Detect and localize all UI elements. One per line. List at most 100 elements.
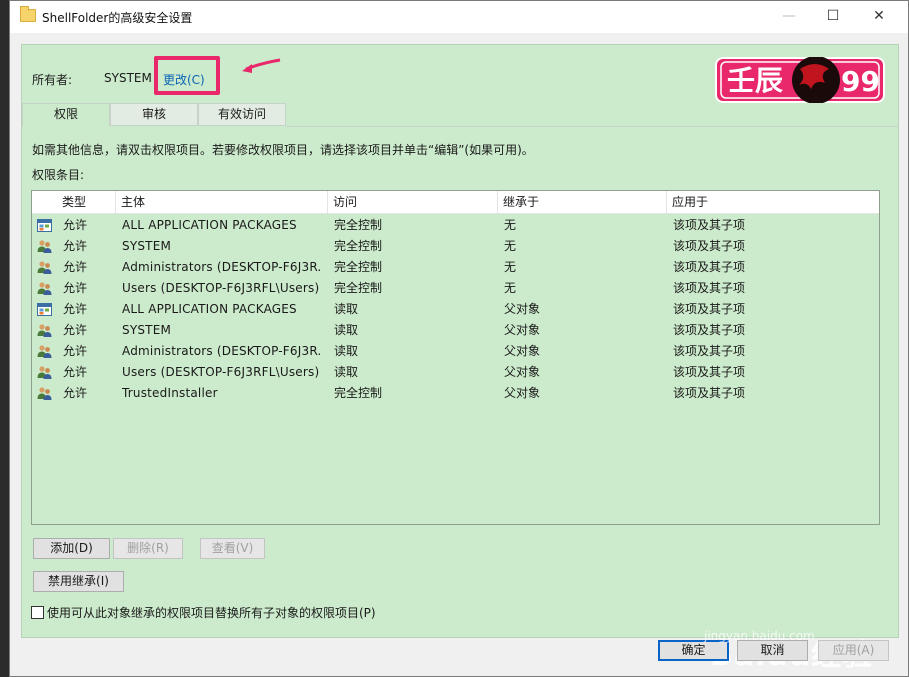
users-icon: [37, 239, 52, 254]
apply-button[interactable]: 应用(A): [818, 640, 889, 661]
row-principal: Users (DESKTOP-F6J3RFL\Users): [122, 281, 320, 295]
row-access: 完全控制: [334, 218, 383, 232]
row-inherited-from: 父对象: [504, 302, 541, 316]
row-applies-to: 该项及其子项: [673, 323, 746, 337]
replace-child-permissions-checkbox[interactable]: [31, 606, 44, 619]
table-row[interactable]: 允许 ALL APPLICATION PACKAGES 读取 父对象 该项及其子项: [32, 299, 879, 320]
info-text: 如需其他信息，请双击权限项目。若要修改权限项目，请选择该项目并单击“编辑”(如果…: [32, 143, 534, 157]
tab-divider: [286, 126, 898, 127]
row-applies-to: 该项及其子项: [673, 386, 746, 400]
window-title: ShellFolder的高级安全设置: [42, 11, 193, 25]
app-packages-icon: [37, 302, 52, 317]
owner-value: SYSTEM: [104, 71, 152, 85]
users-icon: [37, 386, 52, 401]
row-inherited-from: 父对象: [504, 323, 541, 337]
watermark-url: jingyan.baidu.com: [704, 629, 815, 643]
row-inherited-from: 父对象: [504, 344, 541, 358]
list-rows: 允许 ALL APPLICATION PACKAGES 完全控制无该项及其子项 允许 S…: [32, 215, 879, 404]
logo-text-right: 99: [841, 65, 880, 98]
table-row[interactable]: 允许 TrustedInstaller 完全控制 父对象 该项及其子项: [32, 383, 879, 404]
highlight-box: [154, 56, 220, 95]
row-principal: Users (DESKTOP-F6J3RFL\Users): [122, 365, 320, 379]
row-access: 读取: [334, 365, 359, 379]
row-access: 读取: [334, 302, 359, 316]
add-button[interactable]: 添加(D): [33, 538, 110, 559]
maximize-button[interactable]: ☐: [810, 1, 856, 33]
main-panel: 所有者: SYSTEM 更改(C) 壬辰 99 权限 审核 有效访问 如需其他信…: [21, 44, 899, 673]
row-access: 完全控制: [334, 386, 383, 400]
row-type: 允许: [63, 239, 88, 253]
row-inherited-from: 无: [504, 218, 517, 232]
row-inherited-from: 父对象: [504, 386, 541, 400]
row-type: 允许: [63, 386, 88, 400]
table-row[interactable]: 允许 SYSTEM 完全控制 无 该项及其子项: [32, 236, 879, 257]
row-inherited-from: 无: [504, 260, 517, 274]
list-header: 类型 主体 访问 继承于 应用于: [32, 191, 879, 214]
logo: 壬辰 99: [715, 57, 885, 103]
table-row[interactable]: 允许 Administrators (DESKTOP-F6J3R... 完全控制 无 该…: [32, 257, 879, 278]
highlight-arrow-icon: [242, 58, 281, 73]
remove-button[interactable]: 删除(R): [113, 538, 183, 559]
column-header-principal[interactable]: 主体: [116, 191, 328, 214]
row-principal: SYSTEM: [122, 323, 172, 337]
row-type: 允许: [63, 365, 88, 379]
row-principal: ALL APPLICATION PACKAGES: [122, 302, 297, 316]
row-applies-to: 该项及其子项: [673, 218, 746, 232]
folder-icon: [20, 6, 36, 22]
table-row[interactable]: 允许 Users (DESKTOP-F6J3RFL\Users) 完全控制 无 该项及其…: [32, 278, 879, 299]
row-applies-to: 该项及其子项: [673, 239, 746, 253]
row-applies-to: 该项及其子项: [673, 260, 746, 274]
disable-inheritance-button[interactable]: 禁用继承(I): [33, 571, 124, 592]
users-icon: [37, 323, 52, 338]
row-type: 允许: [63, 218, 88, 232]
permission-entries-list[interactable]: 类型 主体 访问 继承于 应用于 允许 ALL APPLICATION PACKA…: [31, 190, 880, 525]
tab-effective-access[interactable]: 有效访问: [198, 103, 286, 126]
row-inherited-from: 无: [504, 239, 517, 253]
ok-button[interactable]: 确定: [658, 640, 729, 661]
users-icon: [37, 365, 52, 380]
entries-label: 权限条目:: [32, 168, 85, 182]
users-icon: [37, 344, 52, 359]
row-applies-to: 该项及其子项: [673, 344, 746, 358]
users-icon: [37, 260, 52, 275]
column-header-access[interactable]: 访问: [328, 191, 498, 214]
row-access: 完全控制: [334, 260, 383, 274]
tab-auditing[interactable]: 审核: [110, 103, 198, 126]
view-button[interactable]: 查看(V): [200, 538, 265, 559]
column-header-inherited-from[interactable]: 继承于: [498, 191, 667, 214]
column-header-applies-to[interactable]: 应用于: [667, 191, 879, 214]
row-principal: ALL APPLICATION PACKAGES: [122, 218, 297, 232]
logo-text-left: 壬辰: [727, 64, 783, 97]
app-packages-icon: [37, 218, 52, 233]
row-principal: Administrators (DESKTOP-F6J3R...: [122, 344, 322, 358]
cancel-button[interactable]: 取消: [737, 640, 808, 661]
row-type: 允许: [63, 323, 88, 337]
security-settings-window: ShellFolder的高级安全设置 — ☐ ✕ 所有者: SYSTEM 更改(…: [9, 0, 909, 677]
row-applies-to: 该项及其子项: [673, 365, 746, 379]
table-row[interactable]: 允许 Users (DESKTOP-F6J3RFL\Users) 读取 父对象 该项及其…: [32, 362, 879, 383]
table-row[interactable]: 允许 SYSTEM 读取 父对象 该项及其子项: [32, 320, 879, 341]
table-row[interactable]: 允许 ALL APPLICATION PACKAGES 完全控制 无 该项及其子项: [32, 215, 879, 236]
users-icon: [37, 281, 52, 296]
row-applies-to: 该项及其子项: [673, 281, 746, 295]
title-bar[interactable]: ShellFolder的高级安全设置 — ☐ ✕: [10, 1, 908, 33]
row-type: 允许: [63, 260, 88, 274]
row-principal: Administrators (DESKTOP-F6J3R...: [122, 260, 322, 274]
row-principal: TrustedInstaller: [122, 386, 218, 400]
row-inherited-from: 父对象: [504, 365, 541, 379]
row-type: 允许: [63, 281, 88, 295]
close-button[interactable]: ✕: [856, 1, 902, 33]
row-principal: SYSTEM: [122, 239, 172, 253]
row-inherited-from: 无: [504, 281, 517, 295]
row-type: 允许: [63, 344, 88, 358]
replace-child-permissions-label: 使用可从此对象继承的权限项目替换所有子对象的权限项目(P): [47, 606, 376, 620]
row-access: 读取: [334, 323, 359, 337]
row-access: 完全控制: [334, 281, 383, 295]
row-access: 读取: [334, 344, 359, 358]
row-type: 允许: [63, 302, 88, 316]
row-access: 完全控制: [334, 239, 383, 253]
minimize-button[interactable]: —: [766, 1, 812, 33]
table-row[interactable]: 允许 Administrators (DESKTOP-F6J3R... 读取 父对象 该…: [32, 341, 879, 362]
tab-permissions[interactable]: 权限: [22, 103, 110, 127]
column-header-type[interactable]: 类型: [57, 191, 116, 214]
